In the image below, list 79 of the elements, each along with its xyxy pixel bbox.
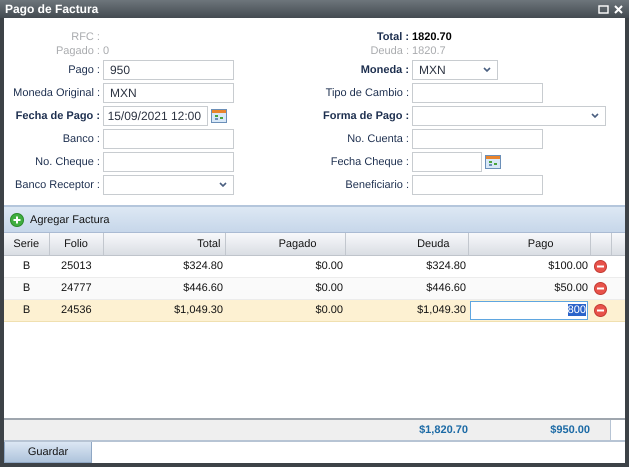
table-cell: $1,049.30 (174, 304, 223, 316)
save-button[interactable]: Guardar (4, 442, 92, 463)
field-value: 0 (103, 44, 110, 58)
field-label: Pagado : (54, 44, 100, 58)
close-button[interactable] (613, 4, 624, 14)
total-value: $1,820.70 (418, 424, 468, 436)
table-cell: B (22, 304, 30, 316)
plus-icon (10, 212, 24, 226)
input-field[interactable] (103, 152, 234, 172)
calendar-button[interactable] (211, 108, 227, 122)
window-title: Pago de Factura (5, 2, 98, 16)
field-label: Total : (376, 30, 409, 44)
field-label: Pago : (67, 64, 100, 76)
field-label: Banco Receptor : (14, 178, 100, 190)
input-field[interactable] (412, 128, 543, 148)
table-cell: B (22, 260, 30, 272)
field-label: Forma de Pago : (323, 110, 409, 122)
field-label: Banco : (62, 132, 100, 144)
date-field[interactable]: 15/09/2021 12:00 (103, 106, 208, 126)
delete-row-button[interactable] (594, 304, 607, 316)
scrollbar-track (610, 420, 625, 440)
column-header[interactable]: Serie (4, 233, 49, 255)
input-field[interactable] (412, 82, 543, 102)
field-value: 1820.7 (412, 44, 447, 58)
table-cell: $0.00 (315, 304, 343, 316)
input-field[interactable]: 800 (470, 300, 588, 320)
add-invoice-button[interactable]: Agregar Factura (10, 212, 110, 226)
column-header[interactable]: Folio (49, 233, 103, 255)
delete-row-button[interactable] (594, 260, 607, 272)
input-field[interactable]: 950 (103, 60, 234, 80)
minus-icon (594, 260, 607, 272)
date-field[interactable] (412, 152, 482, 172)
table-cell: $324.80 (183, 260, 223, 272)
field-label: Fecha Cheque : (330, 156, 409, 168)
table-cell: B (22, 282, 30, 294)
input-field[interactable] (103, 128, 234, 148)
field-label: Deuda : (369, 44, 409, 58)
minus-icon (594, 282, 607, 294)
table-cell: 24536 (61, 304, 92, 316)
chevron-down-icon (591, 112, 599, 118)
square-icon (598, 4, 609, 14)
input-field[interactable]: MXN (103, 82, 234, 102)
table-cell: $0.00 (315, 260, 343, 272)
column-header[interactable]: Total (103, 233, 225, 255)
table-cell: $50.00 (554, 282, 588, 294)
table-cell: 25013 (61, 260, 92, 272)
field-label: No. Cuenta : (346, 132, 409, 144)
column-header[interactable]: Deuda (345, 233, 468, 255)
field-label: Beneficiario : (344, 178, 409, 190)
field-value: 1820.70 (412, 30, 453, 44)
chevron-down-icon (219, 182, 227, 188)
table-cell: $0.00 (315, 282, 343, 294)
field-label: No. Cheque : (34, 156, 100, 168)
field-label: RFC : (70, 30, 100, 44)
total-value: $950.00 (549, 424, 590, 436)
calendar-icon (211, 108, 227, 122)
delete-row-button[interactable] (594, 282, 607, 294)
table-cell: 24777 (61, 282, 92, 294)
field-label: Moneda : (360, 64, 409, 76)
table-cell: $1,049.30 (417, 304, 466, 316)
column-header[interactable]: Pagado (225, 233, 345, 255)
minus-icon (594, 304, 607, 316)
table-cell: $446.60 (426, 282, 466, 294)
calendar-button[interactable] (485, 154, 501, 168)
dropdown-field[interactable]: MXN (412, 60, 498, 80)
close-icon (613, 4, 624, 14)
maximize-button[interactable] (598, 4, 609, 14)
dropdown-field[interactable] (412, 106, 606, 126)
field-label: Fecha de Pago : (14, 110, 100, 122)
table-cell: $324.80 (426, 260, 466, 272)
field-label: Tipo de Cambio : (324, 86, 409, 98)
chevron-down-icon (483, 66, 491, 72)
calendar-icon (485, 154, 501, 168)
dropdown-field[interactable] (103, 174, 234, 194)
table-cell: $446.60 (183, 282, 223, 294)
input-field[interactable] (412, 174, 543, 194)
column-header[interactable]: Pago (468, 233, 590, 255)
field-label: Moneda Original : (12, 86, 100, 98)
table-cell: $100.00 (548, 260, 588, 272)
